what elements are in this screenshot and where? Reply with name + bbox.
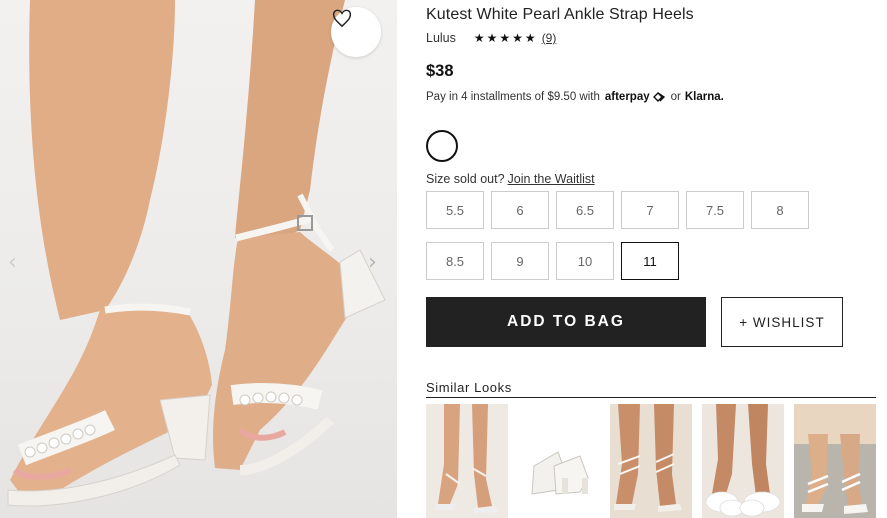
join-waitlist-link[interactable]: Join the Waitlist [508, 172, 595, 186]
size-option[interactable]: 9 [491, 242, 549, 280]
or-text: or [670, 91, 681, 103]
thumbnail-image [614, 404, 682, 512]
product-image[interactable]: ‹ › [0, 0, 397, 518]
size-option[interactable]: 7.5 [686, 191, 744, 229]
add-to-bag-button[interactable]: ADD TO BAG [426, 297, 706, 347]
size-option[interactable]: 6 [491, 191, 549, 229]
similar-item-thumbnail[interactable] [610, 404, 692, 518]
heart-icon [332, 9, 352, 28]
soldout-text: Size sold out? [426, 172, 505, 186]
afterpay-loop-icon [652, 92, 665, 102]
favorite-button[interactable] [331, 7, 381, 57]
wishlist-button[interactable]: + WISHLIST [721, 297, 843, 347]
similar-item-thumbnail[interactable] [518, 404, 600, 518]
afterpay-logo[interactable]: afterpay [605, 91, 650, 103]
color-swatch-white[interactable] [426, 130, 458, 162]
price: $38 [426, 62, 454, 80]
klarna-logo[interactable]: Klarna. [685, 91, 724, 103]
size-option[interactable]: 10 [556, 242, 614, 280]
size-option[interactable]: 8 [751, 191, 809, 229]
thumbnail-image [531, 451, 589, 495]
size-option-selected[interactable]: 11 [621, 242, 679, 280]
installment-info: Pay in 4 installments of $9.50 with afte… [426, 91, 724, 103]
similar-looks-heading: Similar Looks [426, 380, 512, 395]
brand-name[interactable]: Lulus [426, 31, 456, 45]
chevron-left-icon[interactable]: ‹ [8, 252, 17, 274]
size-option[interactable]: 8.5 [426, 242, 484, 280]
size-soldout-row: Size sold out? Join the Waitlist [426, 172, 595, 186]
installment-text: Pay in 4 installments of $9.50 with [426, 91, 600, 103]
similar-item-thumbnail[interactable] [794, 404, 876, 518]
review-count-link[interactable]: (9) [542, 31, 557, 45]
similar-item-thumbnail[interactable] [426, 404, 508, 518]
size-option[interactable]: 5.5 [426, 191, 484, 229]
thumbnail-image [705, 404, 781, 517]
chevron-right-icon[interactable]: › [368, 252, 377, 274]
product-photo-illustration [7, 0, 386, 507]
thumbnail-image [794, 404, 876, 514]
brand-rating-row: Lulus ★★★★★ (9) [426, 31, 556, 45]
rating-stars: ★★★★★ [473, 31, 538, 45]
similar-looks-divider [426, 397, 876, 398]
size-option[interactable]: 7 [621, 191, 679, 229]
thumbnail-image [434, 404, 498, 514]
product-title: Kutest White Pearl Ankle Strap Heels [426, 6, 694, 23]
similar-item-thumbnail[interactable] [702, 404, 784, 518]
size-option[interactable]: 6.5 [556, 191, 614, 229]
